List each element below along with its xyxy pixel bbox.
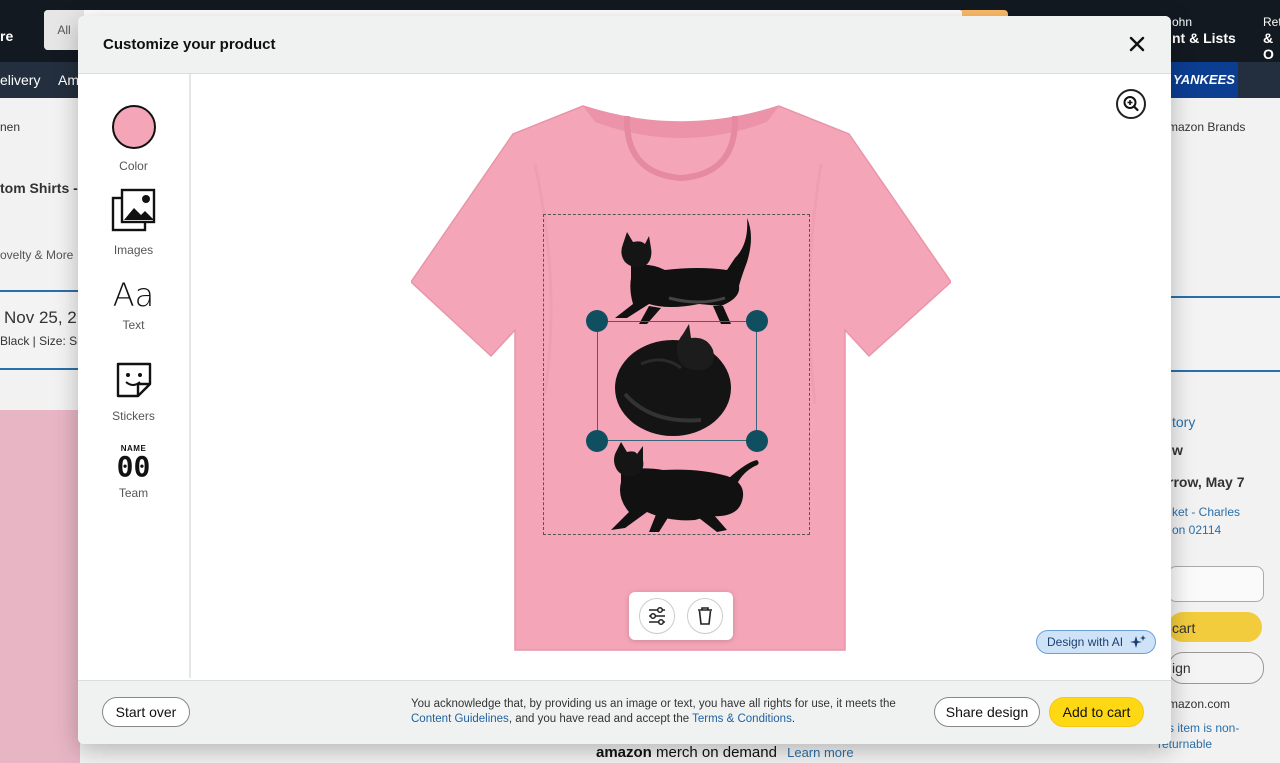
category-text: ovelty & More [0, 248, 74, 262]
zoom-button[interactable] [1116, 89, 1146, 119]
tool-team-label: Team [118, 486, 149, 500]
layer-toolbar [629, 592, 733, 640]
account-lists-menu[interactable]: nt & Lists [1172, 30, 1236, 46]
bg-cart-label: cart [1172, 620, 1196, 636]
modal-title: Customize your product [103, 36, 276, 53]
store-label: re [0, 28, 14, 44]
product-title: tom Shirts - [0, 180, 78, 196]
cat-image-bottom[interactable] [599, 442, 761, 534]
returns-orders[interactable]: & O [1263, 30, 1280, 62]
bg-product-image [0, 410, 80, 763]
quantity-select[interactable] [1168, 566, 1264, 602]
cat-image-top[interactable] [609, 214, 759, 326]
tool-text[interactable]: Aa Text [78, 276, 189, 332]
text-icon: Aa [112, 276, 155, 314]
bg-sign-label: ign [1172, 660, 1191, 676]
sliders-icon [649, 606, 665, 626]
tool-images-label: Images [113, 243, 154, 257]
sparkle-icon [1130, 635, 1146, 648]
share-design-button[interactable]: Share design [934, 697, 1040, 727]
resize-handle-top-right[interactable] [746, 310, 768, 332]
start-over-button[interactable]: Start over [102, 697, 190, 727]
variant-text: Black | Size: Sm [0, 334, 88, 348]
images-icon [111, 188, 155, 232]
now-text: w [1172, 442, 1183, 458]
color-swatch-icon [111, 105, 156, 149]
learn-more-link[interactable]: Learn more [787, 745, 853, 760]
tool-stickers[interactable]: Stickers [78, 360, 189, 423]
tool-sidebar: Color Images Aa Text Stickers NAME 00 Te… [78, 74, 191, 678]
account-greeting: ohn [1172, 15, 1193, 29]
content-guidelines-link[interactable]: Content Guidelines [411, 713, 509, 725]
right-info-box [1168, 296, 1280, 372]
resize-handle-bottom-left[interactable] [586, 430, 608, 452]
returns-small: Ret [1263, 15, 1280, 29]
tool-team[interactable]: NAME 00 Team [78, 444, 189, 500]
breadcrumb-left[interactable]: nen [0, 120, 20, 134]
adjust-button[interactable] [639, 598, 675, 634]
history-link[interactable]: tory [1172, 414, 1195, 430]
trash-icon [698, 607, 712, 625]
return-policy-line1[interactable]: s item is non- [1168, 721, 1239, 735]
location-line1[interactable]: ket - Charles [1172, 505, 1240, 519]
modal-header: Customize your product [78, 16, 1171, 74]
close-icon [1129, 36, 1145, 52]
location-line2[interactable]: on 02114 [1172, 523, 1221, 537]
subnav-delivery[interactable]: elivery [0, 72, 40, 88]
zoom-in-icon [1123, 96, 1139, 112]
team-jersey-icon: NAME 00 [78, 444, 189, 482]
delete-button[interactable] [687, 598, 723, 634]
tool-color[interactable]: Color [78, 104, 189, 173]
amazon-com-text: mazon.com [1168, 697, 1231, 711]
rights-acknowledgement: You acknowledge that, by providing us an… [411, 697, 921, 727]
yankees-banner[interactable]: YANKEES [1170, 62, 1238, 98]
add-to-cart-button[interactable]: Add to cart [1049, 697, 1144, 727]
tool-images[interactable]: Images [78, 188, 189, 257]
jersey-number: 00 [116, 450, 151, 483]
tool-text-label: Text [122, 318, 145, 332]
close-button[interactable] [1126, 33, 1148, 55]
tool-stickers-label: Stickers [112, 409, 155, 423]
ack-text-mid: , and you have read and accept the [508, 713, 693, 725]
merch-amazon-word: amazon [596, 744, 652, 761]
breadcrumb-right[interactable]: mazon Brands [1168, 120, 1245, 134]
terms-conditions-link[interactable]: Terms & Conditions [692, 713, 792, 725]
design-with-ai-label: Design with AI [1047, 635, 1124, 649]
merch-text: merch on demand [656, 744, 777, 761]
subnav-amazon[interactable]: Am [58, 72, 79, 88]
ack-text-post: . [791, 713, 796, 725]
resize-handle-top-left[interactable] [586, 310, 608, 332]
design-canvas[interactable]: Design with AI [191, 74, 1171, 678]
design-with-ai-button[interactable]: Design with AI [1036, 630, 1156, 654]
ack-text-pre: You acknowledge that, by providing us an… [411, 698, 896, 710]
sticker-icon [116, 362, 151, 398]
delivery-date: rrow, May 7 [1168, 474, 1245, 490]
modal-footer: Start over You acknowledge that, by prov… [78, 680, 1171, 744]
merch-on-demand-logo: amazon merch on demand Learn more [596, 744, 854, 761]
tool-color-label: Color [119, 159, 148, 173]
selection-box[interactable] [597, 321, 757, 441]
resize-handle-bottom-right[interactable] [746, 430, 768, 452]
order-date: Nov 25, 2 [4, 308, 77, 327]
order-date-box [0, 290, 82, 370]
customize-modal: Customize your product Color Images Aa T… [78, 16, 1171, 744]
